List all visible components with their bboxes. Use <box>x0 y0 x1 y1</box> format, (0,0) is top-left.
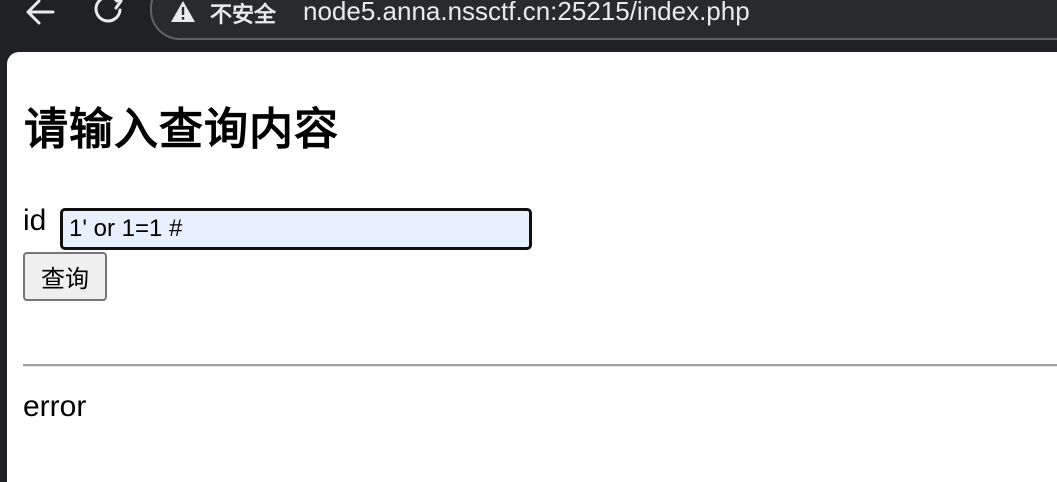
divider <box>23 364 1057 367</box>
result-message: error <box>23 390 87 423</box>
arrow-left-icon <box>26 0 55 25</box>
reload-icon <box>94 0 123 23</box>
back-button[interactable] <box>18 0 62 30</box>
security-status-label[interactable]: 不安全 <box>210 0 276 29</box>
query-button[interactable]: 查询 <box>23 252 107 301</box>
id-input[interactable] <box>60 208 532 250</box>
id-field-label: id <box>23 204 47 237</box>
url-text[interactable]: node5.anna.nssctf.cn:25215/index.php <box>303 0 750 27</box>
page-content: 请输入查询内容 id 查询 error <box>7 52 1057 482</box>
warning-triangle-icon[interactable] <box>170 0 196 24</box>
page-heading: 请输入查询内容 <box>24 104 339 155</box>
reload-button[interactable] <box>88 0 132 30</box>
browser-toolbar: 不安全 node5.anna.nssctf.cn:25215/index.php <box>0 0 1057 52</box>
